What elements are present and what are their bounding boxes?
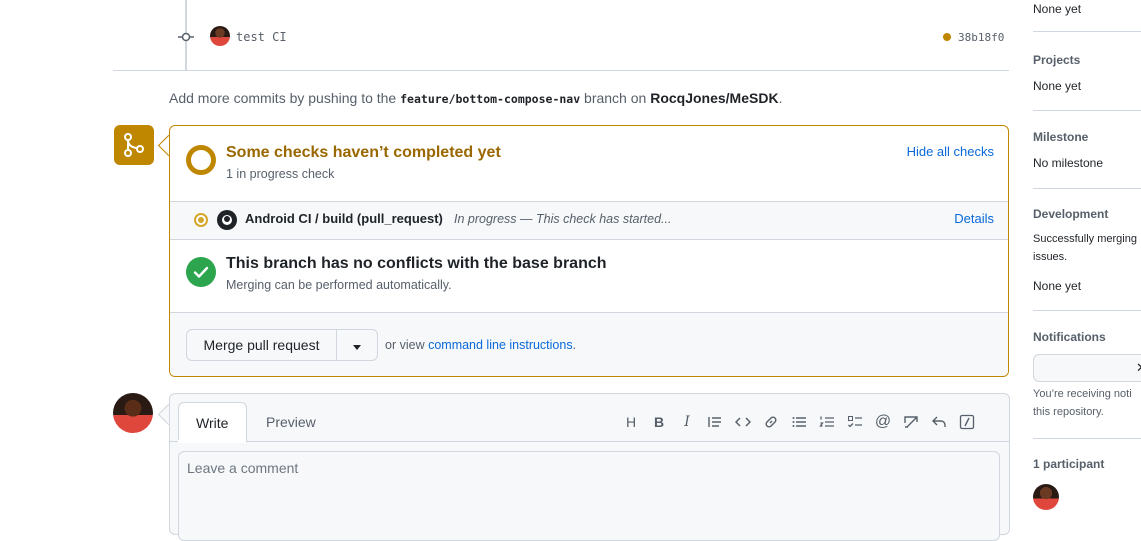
tab-preview[interactable]: Preview bbox=[266, 414, 316, 430]
sidebar-projects-title[interactable]: Projects bbox=[1033, 53, 1080, 67]
tab-write[interactable]: Write bbox=[178, 402, 247, 442]
check-run-status: In progress — This check has started... bbox=[454, 212, 672, 226]
slash-command-icon[interactable] bbox=[956, 411, 978, 433]
tab-write-fill bbox=[178, 440, 246, 443]
sidebar-projects-value: None yet bbox=[1033, 79, 1082, 93]
heading-icon[interactable]: H bbox=[620, 411, 642, 433]
sidebar-development-text-1: Successfully merging bbox=[1033, 233, 1137, 245]
branch-name: feature/bottom-compose-nav bbox=[400, 92, 581, 106]
ordered-list-icon[interactable] bbox=[816, 411, 838, 433]
commit-author-avatar[interactable] bbox=[210, 26, 230, 46]
sidebar-top-value: None yet bbox=[1033, 2, 1082, 16]
subscribe-button[interactable]: ✕ bbox=[1033, 354, 1141, 382]
current-user-avatar[interactable] bbox=[113, 393, 153, 433]
success-check-icon bbox=[186, 257, 216, 287]
git-merge-icon bbox=[124, 133, 144, 157]
tab-write-label: Write bbox=[196, 415, 229, 431]
command-line-instructions-link[interactable]: command line instructions bbox=[428, 338, 573, 352]
mention-icon[interactable]: @ bbox=[872, 411, 894, 433]
cli-hint-prefix: or view bbox=[385, 338, 425, 352]
code-icon[interactable] bbox=[732, 411, 754, 433]
sidebar-divider bbox=[1033, 438, 1141, 439]
in-progress-icon bbox=[194, 213, 208, 227]
merge-box: Some checks haven’t completed yet 1 in p… bbox=[169, 125, 1009, 377]
check-run-name: Android CI / build (pull_request) bbox=[245, 211, 443, 226]
push-hint-middle: branch on bbox=[584, 90, 647, 106]
sidebar-notifications-title: Notifications bbox=[1033, 330, 1106, 344]
sidebar-divider bbox=[1033, 31, 1141, 32]
pending-checks-icon bbox=[186, 145, 216, 175]
check-run-row: Android CI / build (pull_request) In pro… bbox=[170, 201, 1008, 240]
push-hint: Add more commits by pushing to the featu… bbox=[169, 90, 782, 106]
sidebar-divider bbox=[1033, 188, 1141, 189]
unordered-list-icon[interactable] bbox=[788, 411, 810, 433]
task-list-icon[interactable] bbox=[844, 411, 866, 433]
merge-method-dropdown-button[interactable] bbox=[336, 329, 378, 361]
merge-actions-row: Merge pull request or view command line … bbox=[170, 312, 1008, 376]
markdown-toolbar: H B I @ bbox=[620, 411, 978, 433]
sidebar-milestone-title[interactable]: Milestone bbox=[1033, 130, 1088, 144]
sidebar-development-title[interactable]: Development bbox=[1033, 207, 1108, 221]
hide-all-checks-link[interactable]: Hide all checks bbox=[907, 144, 994, 159]
bell-slash-icon: ✕ bbox=[1136, 360, 1141, 376]
sidebar-divider bbox=[1033, 310, 1141, 311]
link-icon[interactable] bbox=[760, 411, 782, 433]
sidebar-milestone-value: No milestone bbox=[1033, 156, 1104, 170]
github-logo-icon bbox=[217, 210, 237, 230]
commit-message[interactable]: test CI bbox=[236, 30, 287, 44]
no-conflicts-subtitle: Merging can be performed automatically. bbox=[226, 278, 452, 292]
tab-divider bbox=[170, 441, 1009, 442]
commit-icon bbox=[178, 32, 194, 42]
sidebar-development-value: None yet bbox=[1033, 279, 1082, 293]
timeline-divider bbox=[113, 70, 1009, 71]
reply-icon[interactable] bbox=[928, 411, 950, 433]
cli-hint: or view command line instructions. bbox=[385, 338, 576, 352]
commit-sha[interactable]: 38b18f0 bbox=[958, 31, 1004, 44]
commit-status-pending-icon[interactable] bbox=[943, 33, 951, 41]
sidebar-divider bbox=[1033, 110, 1141, 111]
sidebar-notifications-text-1: You’re receiving noti bbox=[1033, 388, 1132, 400]
no-conflicts-title: This branch has no conflicts with the ba… bbox=[226, 255, 607, 272]
reference-icon[interactable] bbox=[900, 411, 922, 433]
push-hint-prefix: Add more commits by pushing to the bbox=[169, 90, 397, 106]
triangle-down-icon bbox=[353, 345, 361, 350]
check-details-link[interactable]: Details bbox=[954, 211, 994, 226]
quote-icon[interactable] bbox=[704, 411, 726, 433]
sidebar-notifications-text-2: this repository. bbox=[1033, 406, 1104, 418]
checks-subtitle: 1 in progress check bbox=[226, 167, 335, 181]
cli-hint-suffix: . bbox=[572, 338, 577, 352]
comment-box: Write Preview H B I @ Leave a comment bbox=[169, 393, 1010, 541]
participant-avatar[interactable] bbox=[1033, 484, 1059, 510]
git-merge-badge bbox=[114, 125, 154, 165]
push-hint-suffix: . bbox=[778, 90, 783, 106]
sidebar-participants-title: 1 participant bbox=[1033, 457, 1105, 471]
comment-placeholder: Leave a comment bbox=[187, 460, 299, 476]
bold-icon[interactable]: B bbox=[648, 411, 670, 433]
comment-textarea[interactable]: Leave a comment bbox=[178, 451, 1000, 541]
italic-icon[interactable]: I bbox=[676, 411, 698, 433]
sidebar-development-text-2: issues. bbox=[1033, 251, 1068, 263]
merge-pull-request-button[interactable]: Merge pull request bbox=[186, 329, 337, 361]
repo-link[interactable]: RocqJones/MeSDK bbox=[650, 90, 778, 106]
checks-title: Some checks haven’t completed yet bbox=[226, 144, 501, 161]
